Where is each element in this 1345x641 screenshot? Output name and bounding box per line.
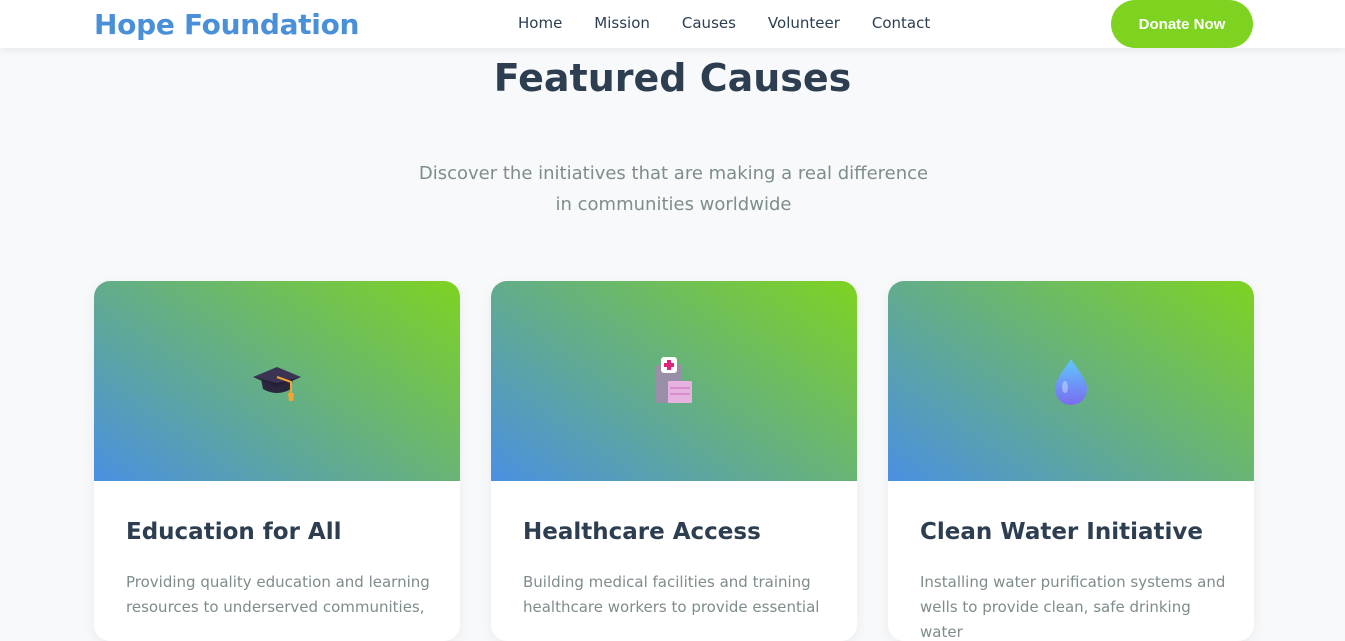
cause-card-education[interactable]: Education for All Providing quality educ… bbox=[94, 281, 460, 641]
section-subtitle: Discover the initiatives that are making… bbox=[418, 163, 929, 215]
cause-title: Education for All bbox=[126, 519, 342, 545]
nav-volunteer[interactable]: Volunteer bbox=[768, 14, 840, 32]
cause-description: Providing quality education and learning… bbox=[126, 573, 430, 616]
cause-card-image bbox=[94, 281, 460, 481]
site-header: Hope Foundation Home Mission Causes Volu… bbox=[0, 0, 1345, 48]
nav-home[interactable]: Home bbox=[518, 14, 562, 32]
cause-title: Healthcare Access bbox=[523, 519, 761, 545]
hospital-icon bbox=[656, 357, 692, 403]
section-title: Featured Causes bbox=[493, 56, 852, 100]
water-drop-icon bbox=[1055, 359, 1087, 405]
donate-now-button[interactable]: Donate Now bbox=[1111, 0, 1253, 48]
cause-card-healthcare[interactable]: Healthcare Access Building medical facil… bbox=[491, 281, 857, 641]
cause-card-image bbox=[491, 281, 857, 481]
cause-card-image bbox=[888, 281, 1254, 481]
main-nav: Home Mission Causes Volunteer Contact bbox=[518, 14, 962, 32]
cause-description: Installing water purification systems an… bbox=[920, 573, 1226, 641]
cause-title: Clean Water Initiative bbox=[920, 519, 1203, 545]
nav-contact[interactable]: Contact bbox=[872, 14, 930, 32]
site-logo[interactable]: Hope Foundation bbox=[94, 8, 359, 41]
nav-mission[interactable]: Mission bbox=[594, 14, 650, 32]
cause-card-water[interactable]: Clean Water Initiative Installing water … bbox=[888, 281, 1254, 641]
graduation-cap-icon bbox=[253, 367, 301, 401]
cause-description: Building medical facilities and training… bbox=[523, 573, 820, 616]
nav-causes[interactable]: Causes bbox=[682, 14, 736, 32]
